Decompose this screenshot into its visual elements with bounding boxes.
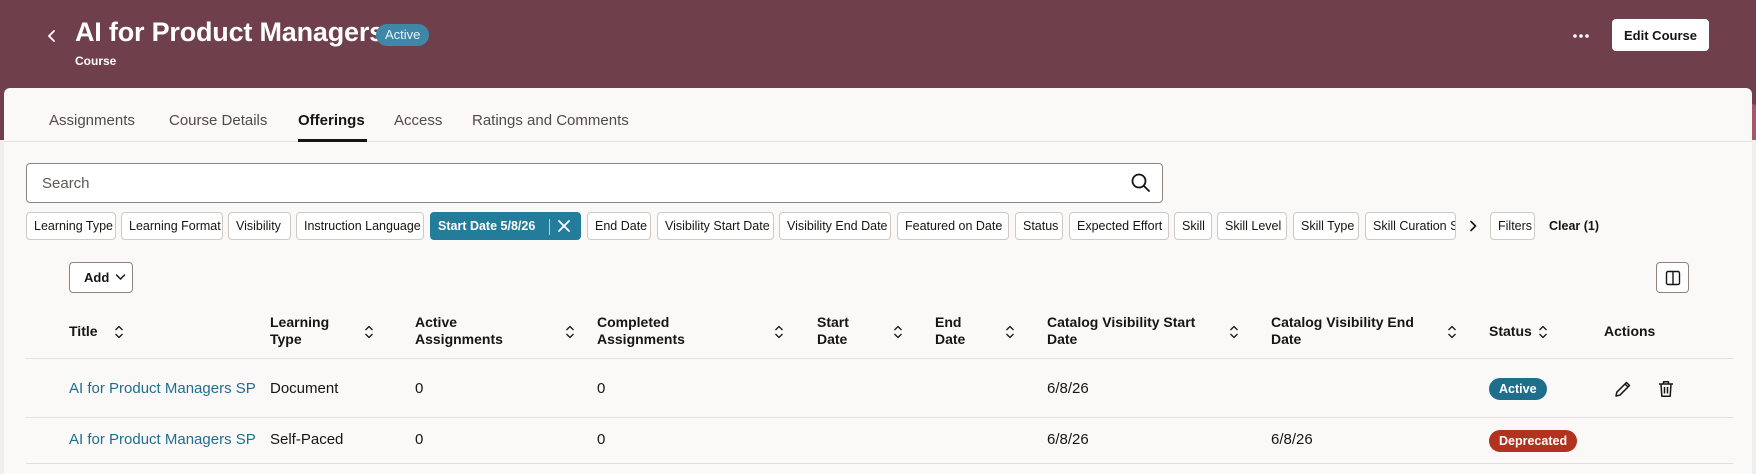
filter-chip-skill-level[interactable]: Skill Level [1217, 212, 1287, 240]
learning-type-cell: Self-Paced [270, 431, 344, 448]
chevron-down-icon [115, 274, 126, 281]
filter-chip-visibility-start-date[interactable]: Visibility Start Date [657, 212, 774, 240]
column-end-date-label: End Date [935, 314, 966, 347]
tab-bar: Assignments Course Details Offerings Acc… [4, 88, 1752, 142]
sort-icon[interactable] [1229, 325, 1239, 339]
tab-assignments[interactable]: Assignments [49, 112, 135, 129]
column-actions-label: Actions [1604, 322, 1656, 339]
sort-icon[interactable] [364, 325, 374, 339]
search-input[interactable]: Search [26, 163, 1163, 203]
split-view-icon [1665, 270, 1680, 285]
search-icon[interactable] [1130, 172, 1152, 194]
column-completed-assignments-label: Completed Assignments [597, 314, 685, 347]
learning-type-cell: Document [270, 380, 339, 397]
more-actions-button[interactable] [1564, 22, 1598, 50]
filter-chip-start-date-label: Start Date 5/8/26 [438, 219, 536, 233]
chip-divider [549, 219, 550, 235]
scroll-chips-right-button[interactable] [1461, 212, 1485, 240]
status-badge: Active [1489, 378, 1547, 400]
sort-icon[interactable] [1447, 325, 1457, 339]
active-assignments-cell: 0 [415, 431, 424, 448]
filter-chip-expected-effort[interactable]: Expected Effort [1069, 212, 1169, 240]
filter-chip-featured-on-date[interactable]: Featured on Date [897, 212, 1009, 240]
catalog-visibility-start-cell: 6/8/26 [1047, 431, 1089, 448]
table-row: AI for Product Managers SP Document 0 0 … [26, 360, 1733, 418]
catalog-visibility-start-cell: 6/8/26 [1047, 380, 1089, 397]
sort-icon[interactable] [774, 325, 784, 339]
search-placeholder: Search [42, 175, 90, 192]
edit-button[interactable] [1611, 377, 1635, 401]
column-header-status[interactable]: Status [1489, 303, 1539, 359]
column-header-end-date[interactable]: End Date [935, 303, 975, 359]
filters-button[interactable]: Filters [1490, 212, 1535, 240]
tab-offerings[interactable]: Offerings [298, 112, 365, 129]
column-header-learning-type[interactable]: Learning Type [270, 303, 340, 359]
add-button[interactable]: Add [69, 262, 133, 293]
filter-chip-bar: Learning Type Learning Format Visibility… [26, 212, 1746, 240]
column-title-label: Title [69, 322, 98, 339]
column-header-completed-assignments[interactable]: Completed Assignments [597, 303, 707, 359]
filter-chip-visibility-end-date[interactable]: Visibility End Date [779, 212, 891, 240]
column-header-catalog-visibility-end-date[interactable]: Catalog Visibility End Date [1271, 303, 1431, 359]
filter-chip-instruction-language[interactable]: Instruction Language [296, 212, 424, 240]
edit-course-button[interactable]: Edit Course [1612, 19, 1709, 51]
edit-icon [1615, 381, 1631, 397]
filter-chip-skill[interactable]: Skill [1174, 212, 1212, 240]
catalog-visibility-end-cell: 6/8/26 [1271, 431, 1313, 448]
column-header-title[interactable]: Title [69, 303, 249, 359]
sort-icon[interactable] [1538, 325, 1548, 339]
column-header-actions: Actions [1604, 303, 1664, 359]
filter-chip-visibility[interactable]: Visibility [228, 212, 291, 240]
status-badge: Active [376, 24, 430, 46]
filter-chip-status[interactable]: Status [1015, 212, 1063, 240]
page-subtitle: Course [75, 54, 117, 68]
tab-access[interactable]: Access [394, 112, 442, 129]
column-start-date-label: Start Date [817, 314, 849, 347]
column-learning-type-label: Learning Type [270, 314, 330, 347]
table-row: AI for Product Managers SP Self-Paced 0 … [26, 419, 1733, 464]
completed-assignments-cell: 0 [597, 431, 606, 448]
column-catalog-visibility-start-label: Catalog Visibility Start Date [1047, 314, 1196, 347]
active-assignments-cell: 0 [415, 380, 424, 397]
filter-chip-skill-curation-status[interactable]: Skill Curation St [1365, 212, 1456, 240]
completed-assignments-cell: 0 [597, 380, 606, 397]
sort-icon[interactable] [114, 325, 124, 339]
status-badge: Deprecated [1489, 430, 1578, 452]
page-title: AI for Product Managers [75, 17, 384, 47]
tab-course-details[interactable]: Course Details [169, 112, 267, 129]
filter-chip-end-date[interactable]: End Date [587, 212, 651, 240]
sort-icon[interactable] [893, 325, 903, 339]
filter-chip-learning-format[interactable]: Learning Format [121, 212, 223, 240]
content-panel: Assignments Course Details Offerings Acc… [4, 88, 1752, 474]
trash-icon [1659, 381, 1673, 397]
sort-icon[interactable] [1005, 325, 1015, 339]
filter-chip-learning-type[interactable]: Learning Type [26, 212, 116, 240]
column-layout-button[interactable] [1656, 262, 1689, 293]
active-tab-indicator [298, 139, 367, 142]
back-button[interactable] [38, 22, 66, 50]
chevron-left-icon [47, 30, 55, 42]
sort-icon[interactable] [565, 325, 575, 339]
column-header-active-assignments[interactable]: Active Assignments [415, 303, 515, 359]
delete-button[interactable] [1654, 377, 1678, 401]
column-active-assignments-label: Active Assignments [415, 314, 503, 347]
chevron-right-icon [1470, 220, 1477, 232]
add-button-label: Add [84, 270, 110, 285]
column-header-catalog-visibility-start-date[interactable]: Catalog Visibility Start Date [1047, 303, 1222, 359]
tab-ratings-and-comments[interactable]: Ratings and Comments [472, 112, 629, 129]
table-header: Title Learning Type Active Assignments C… [26, 303, 1733, 359]
offering-title-link[interactable]: AI for Product Managers SP [69, 380, 256, 397]
column-catalog-visibility-end-label: Catalog Visibility End Date [1271, 314, 1414, 347]
column-status-label: Status [1489, 322, 1532, 339]
column-header-start-date[interactable]: Start Date [817, 303, 862, 359]
filter-chip-skill-type[interactable]: Skill Type [1293, 212, 1359, 240]
close-icon[interactable] [556, 218, 572, 234]
offering-title-link[interactable]: AI for Product Managers SP [69, 431, 256, 448]
filter-chip-start-date[interactable]: Start Date 5/8/26 [430, 212, 581, 240]
clear-filters-link[interactable]: Clear (1) [1549, 212, 1599, 240]
more-horizontal-icon [1573, 34, 1589, 38]
